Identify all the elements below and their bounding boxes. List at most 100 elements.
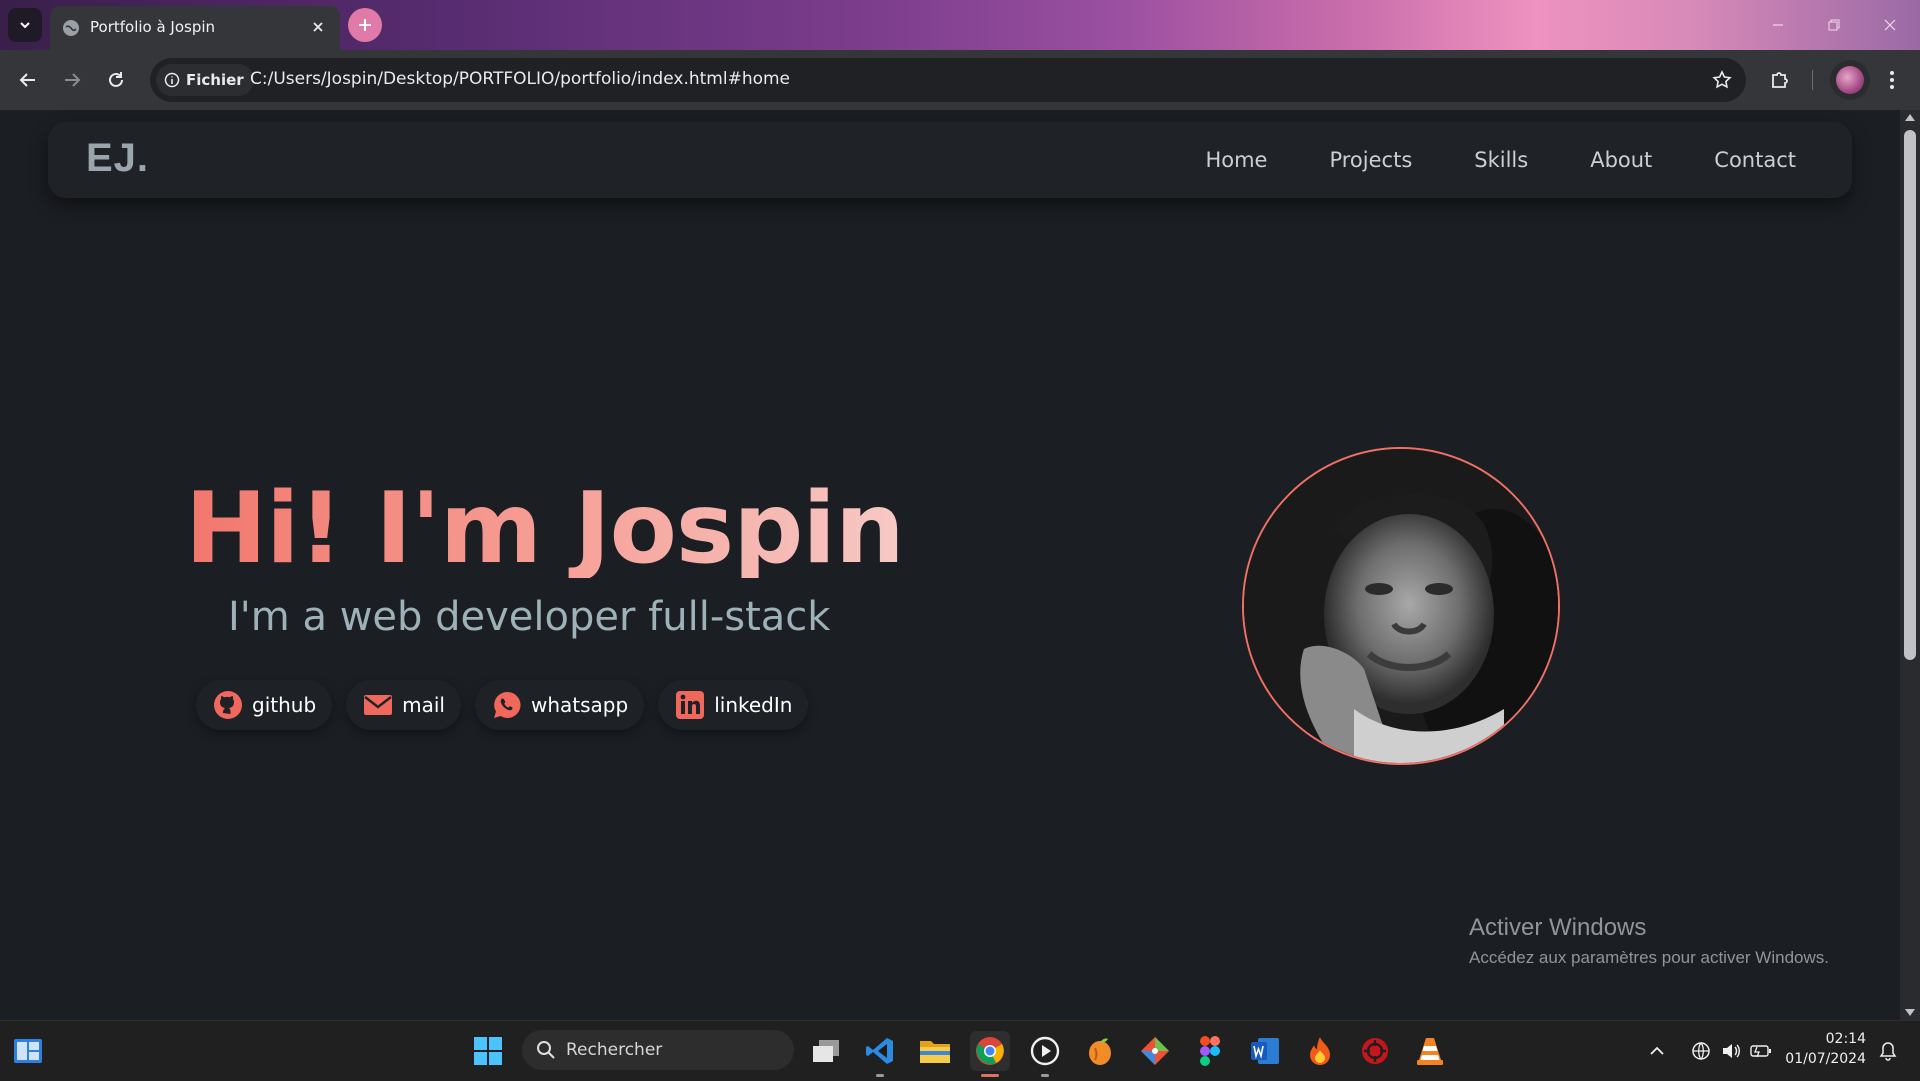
- figma-icon: [1200, 1036, 1220, 1066]
- nav-link-contact[interactable]: Contact: [1714, 148, 1796, 172]
- social-link-github[interactable]: github: [196, 680, 333, 730]
- address-bar[interactable]: Fichier C:/Users/Jospin/Desktop/PORTFOLI…: [150, 58, 1746, 102]
- running-indicator: [1041, 1074, 1049, 1077]
- profile-button[interactable]: [1830, 60, 1870, 100]
- watermark-subtitle: Accédez aux paramètres pour activer Wind…: [1469, 948, 1829, 967]
- restore-button[interactable]: [1806, 0, 1862, 50]
- scrollbar-thumb[interactable]: [1904, 130, 1916, 660]
- taskbar-app-file-explorer[interactable]: [915, 1031, 955, 1071]
- word-icon: [1251, 1038, 1279, 1064]
- site-logo[interactable]: EJ.: [86, 136, 149, 181]
- battery-icon[interactable]: [1746, 1044, 1776, 1058]
- tab-close-icon[interactable]: [306, 15, 330, 39]
- site-info-chip[interactable]: Fichier: [156, 64, 254, 96]
- linkedin-icon: [674, 689, 706, 721]
- reload-button[interactable]: [98, 62, 134, 98]
- nav-link-projects[interactable]: Projects: [1329, 148, 1412, 172]
- taskbar-app-figma[interactable]: [1190, 1031, 1230, 1071]
- puzzle-icon: [1772, 72, 1788, 88]
- search-icon: [537, 1041, 555, 1059]
- tab-title: Portfolio à Jospin: [90, 18, 216, 36]
- taskbar-app-security[interactable]: [1355, 1031, 1395, 1071]
- arrow-left-icon: [19, 73, 35, 87]
- running-indicator: [876, 1074, 884, 1077]
- play-icon: [1030, 1036, 1060, 1066]
- new-tab-button[interactable]: [348, 8, 382, 42]
- back-button[interactable]: [10, 62, 46, 98]
- taskbar-search[interactable]: Rechercher: [522, 1030, 794, 1070]
- start-button[interactable]: [468, 1031, 508, 1071]
- nav-links: Home Projects Skills About Contact: [1205, 122, 1796, 198]
- close-window-button[interactable]: [1862, 0, 1918, 50]
- close-icon: [1884, 19, 1896, 31]
- taskbar-app-word[interactable]: [1245, 1031, 1285, 1071]
- hero-title: Hi! I'm Jospin: [185, 472, 905, 586]
- social-label: linkedIn: [714, 693, 793, 717]
- browser-toolbar: Fichier C:/Users/Jospin/Desktop/PORTFOLI…: [0, 50, 1920, 110]
- chevron-down-icon: [20, 22, 30, 29]
- taskbar-app-flame[interactable]: [1300, 1031, 1340, 1071]
- folder-icon: [920, 1041, 950, 1063]
- social-label: github: [252, 693, 317, 717]
- tab-search-button[interactable]: [8, 8, 42, 42]
- scroll-down-icon[interactable]: [1905, 1009, 1915, 1016]
- bookmark-star-button[interactable]: [1708, 66, 1736, 94]
- chrome-icon: [976, 1037, 1004, 1065]
- url-text: C:/Users/Jospin/Desktop/PORTFOLIO/portfo…: [250, 69, 791, 89]
- minimize-icon: [1773, 24, 1783, 26]
- notifications-button[interactable]: [1868, 1031, 1908, 1071]
- clock-date: 01/07/2024: [1785, 1051, 1866, 1067]
- social-link-whatsapp[interactable]: whatsapp: [475, 680, 645, 730]
- widgets-button[interactable]: [8, 1031, 48, 1071]
- github-icon: [212, 689, 244, 721]
- flame-icon: [1310, 1037, 1330, 1065]
- info-icon: [164, 72, 180, 88]
- tray-overflow-icon[interactable]: [1646, 1046, 1668, 1056]
- social-label: mail: [402, 693, 445, 717]
- vscode-icon: [866, 1038, 893, 1064]
- nav-link-home[interactable]: Home: [1205, 148, 1267, 172]
- browser-tab[interactable]: Portfolio à Jospin: [50, 6, 340, 50]
- browser-titlebar: Portfolio à Jospin: [0, 0, 1920, 50]
- forward-button[interactable]: [54, 62, 90, 98]
- widgets-icon: [14, 1039, 42, 1063]
- taskbar-app-fl-studio[interactable]: [1080, 1031, 1120, 1071]
- page-viewport: EJ. Home Projects Skills About Contact H…: [0, 110, 1900, 1020]
- page-scrollbar[interactable]: [1900, 110, 1920, 1020]
- bug-shield-icon: [1362, 1038, 1388, 1064]
- task-view-button[interactable]: [806, 1031, 846, 1071]
- minimize-button[interactable]: [1750, 0, 1806, 50]
- more-vertical-icon: [1890, 71, 1894, 89]
- site-info-label: Fichier: [186, 71, 244, 89]
- social-link-linkedin[interactable]: linkedIn: [658, 680, 809, 730]
- active-indicator: [981, 1074, 999, 1077]
- watermark-title: Activer Windows: [1469, 914, 1647, 941]
- whatsapp-icon: [491, 689, 523, 721]
- network-icon[interactable]: [1686, 1041, 1716, 1061]
- reload-icon: [109, 72, 123, 87]
- windows-logo-icon: [474, 1037, 502, 1065]
- task-view-icon: [813, 1040, 839, 1062]
- social-links: github mail whatsapp linkedIn: [196, 680, 809, 730]
- browser-menu-button[interactable]: [1874, 62, 1910, 98]
- nav-link-about[interactable]: About: [1590, 148, 1652, 172]
- bell-icon: [1879, 1042, 1897, 1061]
- volume-icon[interactable]: [1716, 1041, 1746, 1061]
- social-label: whatsapp: [531, 693, 629, 717]
- taskbar-app-media-player[interactable]: [1025, 1031, 1065, 1077]
- arrow-right-icon: [65, 73, 81, 87]
- extensions-button[interactable]: [1762, 62, 1798, 98]
- star-icon: [1712, 70, 1732, 89]
- taskbar-app-git[interactable]: [1135, 1031, 1175, 1071]
- mail-icon: [362, 689, 394, 721]
- restore-icon: [1828, 19, 1840, 31]
- clock-time: 02:14: [1825, 1031, 1866, 1047]
- taskbar-clock[interactable]: 02:14 01/07/2024: [1782, 1029, 1866, 1069]
- site-navbar: EJ. Home Projects Skills About Contact: [48, 122, 1852, 198]
- taskbar-app-chrome[interactable]: [970, 1031, 1010, 1077]
- scroll-up-icon[interactable]: [1905, 114, 1915, 121]
- social-link-mail[interactable]: mail: [346, 680, 461, 730]
- nav-link-skills[interactable]: Skills: [1474, 148, 1528, 172]
- taskbar-app-vscode[interactable]: [860, 1031, 900, 1077]
- taskbar-app-vlc[interactable]: [1410, 1031, 1450, 1071]
